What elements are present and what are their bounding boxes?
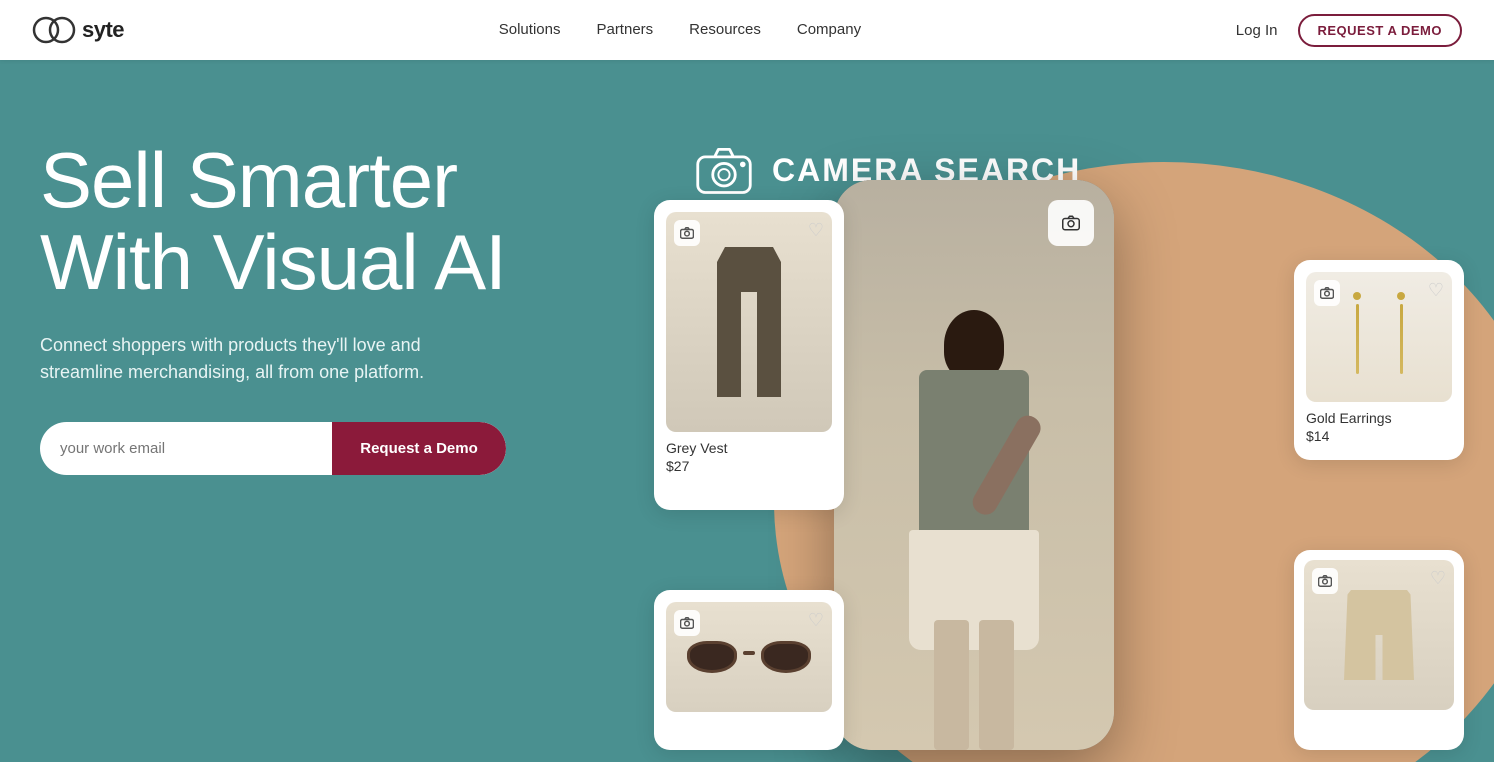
vest-cam-svg: [680, 226, 694, 240]
left-lens: [687, 641, 737, 673]
sunglasses-card: ♡: [654, 590, 844, 750]
nav-partners[interactable]: Partners: [596, 21, 653, 38]
nav-solutions[interactable]: Solutions: [499, 21, 561, 38]
vest-price: $27: [666, 458, 832, 474]
nav-links: Solutions Partners Resources Company: [499, 21, 861, 39]
phone-cam-svg: [1062, 214, 1080, 232]
email-input[interactable]: [40, 422, 332, 475]
hero-headline-line2: With Visual AI: [40, 218, 506, 306]
nav-actions: Log In REQUEST A DEMO: [1236, 14, 1462, 47]
hero-headline: Sell Smarter With Visual AI: [40, 140, 506, 304]
right-lens: [761, 641, 811, 673]
vest-illustration: [709, 247, 789, 397]
shorts-heart-icon[interactable]: ♡: [1430, 568, 1446, 589]
earrings-price: $14: [1306, 428, 1452, 444]
logo[interactable]: syte: [32, 16, 124, 44]
sunglasses-cam-icon: [674, 610, 700, 636]
sunglasses-card-image: ♡: [666, 602, 832, 712]
phone-camera-overlay-icon: [1048, 200, 1094, 246]
phone-model-figure: [864, 310, 1084, 750]
earrings-heart-icon[interactable]: ♡: [1428, 280, 1444, 301]
earrings-card: ♡ Gold Earrings $14: [1294, 260, 1464, 460]
hero-headline-line1: Sell Smarter: [40, 136, 457, 224]
nav-request-demo-button[interactable]: REQUEST A DEMO: [1298, 14, 1463, 47]
phone-frame: [834, 180, 1114, 750]
shorts-cam-icon: [1312, 568, 1338, 594]
earrings-name: Gold Earrings: [1306, 410, 1452, 426]
earrings-card-image: ♡: [1306, 272, 1452, 402]
camera-search-icon: [694, 140, 754, 200]
sunglasses-heart-icon[interactable]: ♡: [808, 610, 824, 631]
nose-bridge: [743, 651, 755, 655]
vest-card-image: ♡: [666, 212, 832, 432]
hero-right: CAMERA SEARCH: [634, 60, 1494, 760]
hero-subheadline: Connect shoppers with products they'll l…: [40, 332, 500, 386]
nav-company[interactable]: Company: [797, 21, 861, 38]
sunglasses-illustration: [687, 641, 811, 673]
hero-form: Request a Demo: [40, 422, 506, 475]
navigation: syte Solutions Partners Resources Compan…: [0, 0, 1494, 60]
hero-left: Sell Smarter With Visual AI Connect shop…: [0, 60, 506, 475]
sunglasses-cam-svg: [680, 616, 694, 630]
nav-resources[interactable]: Resources: [689, 21, 761, 38]
vest-cam-icon: [674, 220, 700, 246]
logo-icon: [32, 16, 76, 44]
earrings-cam-svg: [1320, 286, 1334, 300]
vest-heart-icon[interactable]: ♡: [808, 220, 824, 241]
login-link[interactable]: Log In: [1236, 22, 1278, 39]
logo-text: syte: [82, 17, 124, 43]
shorts-card-image: ♡: [1304, 560, 1454, 710]
earrings-cam-icon: [1314, 280, 1340, 306]
vest-card: ♡ Grey Vest $27: [654, 200, 844, 510]
phone-screen: [834, 180, 1114, 750]
shorts-illustration: [1344, 590, 1414, 680]
hero-section: Sell Smarter With Visual AI Connect shop…: [0, 0, 1494, 762]
request-demo-button[interactable]: Request a Demo: [332, 422, 506, 475]
shorts-cam-svg: [1318, 574, 1332, 588]
earring-illustration: [1342, 292, 1416, 382]
vest-name: Grey Vest: [666, 440, 832, 456]
shorts-card: ♡: [1294, 550, 1464, 750]
